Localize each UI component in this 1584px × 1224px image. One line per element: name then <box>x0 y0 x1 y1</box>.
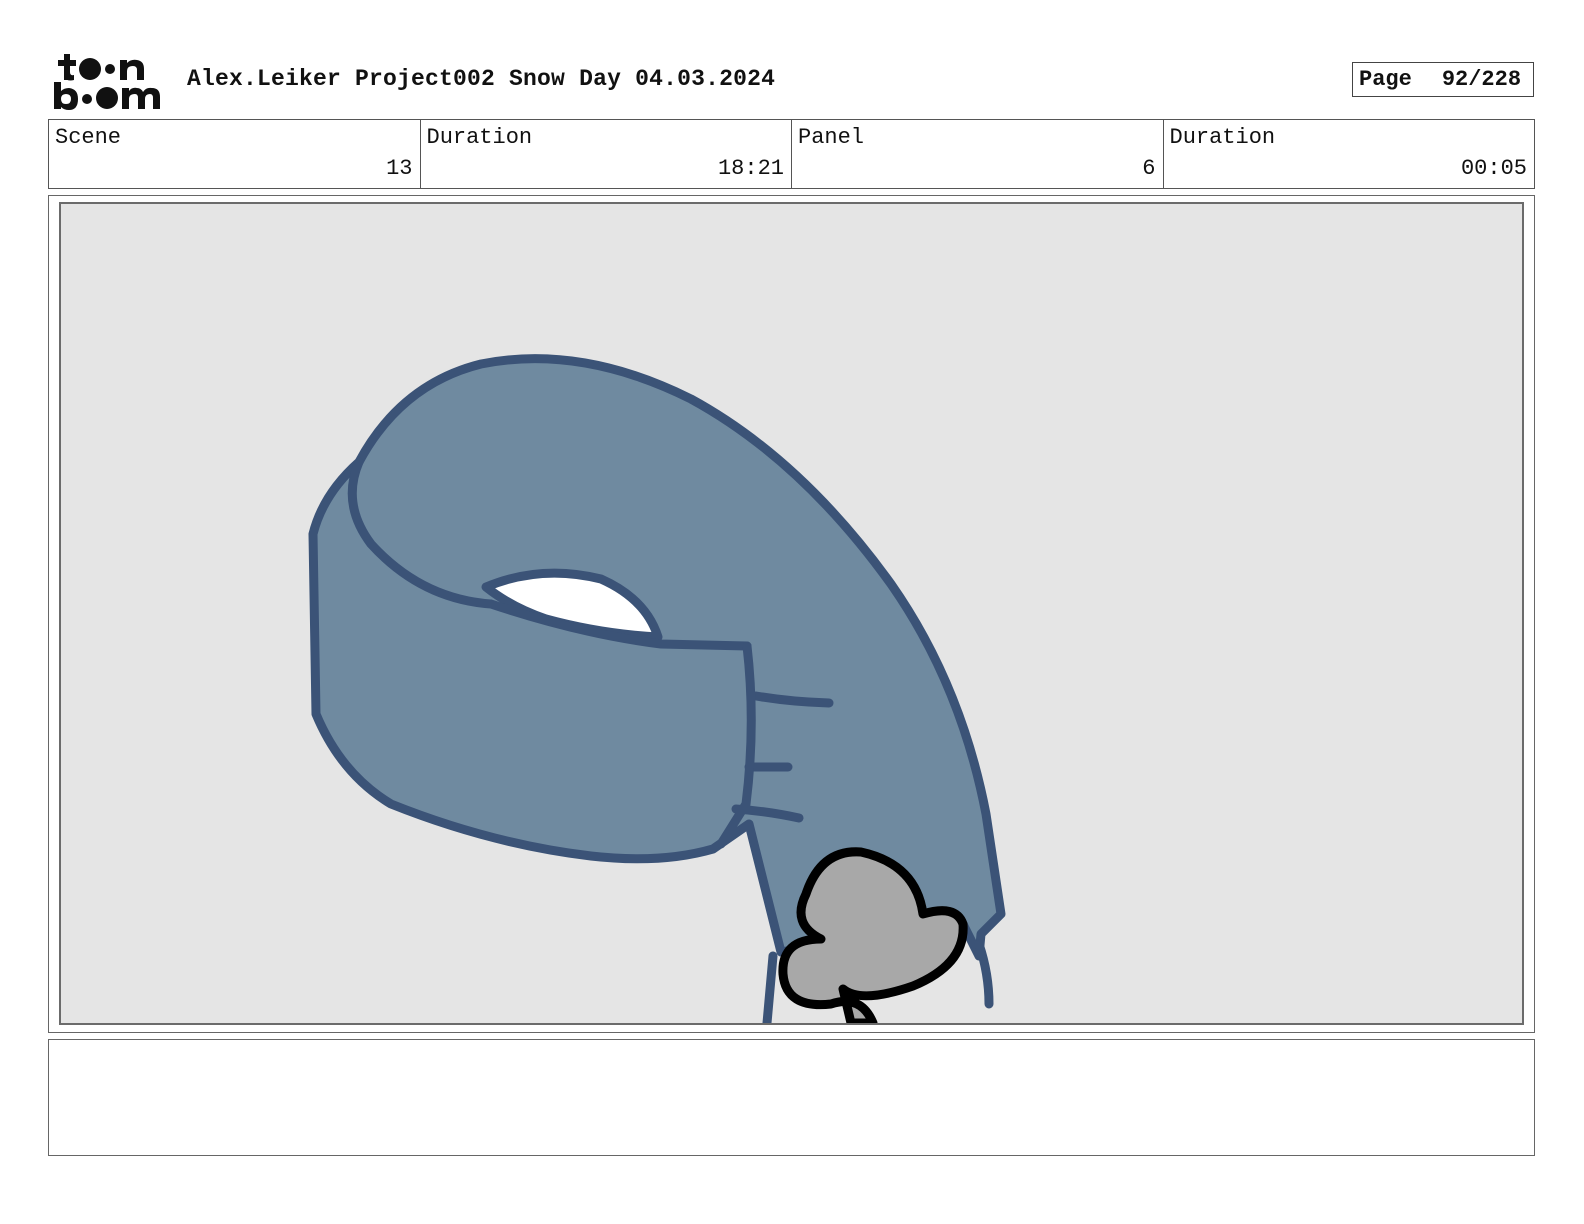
scene-cell: Scene 13 <box>49 120 421 188</box>
panel-info-bar: Scene 13 Duration 18:21 Panel 6 Duration… <box>48 119 1535 189</box>
page-number: 92/228 <box>1441 67 1522 92</box>
panel-duration-value: 00:05 <box>1460 156 1527 181</box>
scene-duration-label: Duration <box>426 125 533 150</box>
scene-duration-cell: Duration 18:21 <box>421 120 792 188</box>
project-title: Alex.Leiker Project002 Snow Day 04.03.20… <box>187 66 776 92</box>
scene-label: Scene <box>55 125 122 150</box>
panel-label: Panel <box>798 125 865 150</box>
toon-boom-logo <box>52 50 164 112</box>
panel-duration-label: Duration <box>1169 125 1276 150</box>
panel-value: 6 <box>1142 156 1156 181</box>
scene-value: 13 <box>386 156 413 181</box>
scene-duration-value: 18:21 <box>717 156 784 181</box>
scarf-tail-left <box>762 951 778 1023</box>
storyboard-drawing <box>59 202 1524 1025</box>
panel-duration-cell: Duration 00:05 <box>1164 120 1535 188</box>
panel-cell: Panel 6 <box>792 120 1164 188</box>
page-label: Page <box>1359 67 1412 92</box>
panel-notes-box <box>48 1039 1535 1156</box>
page-indicator: Page 92/228 <box>1352 62 1534 97</box>
scarf-tail-right <box>974 939 994 1009</box>
